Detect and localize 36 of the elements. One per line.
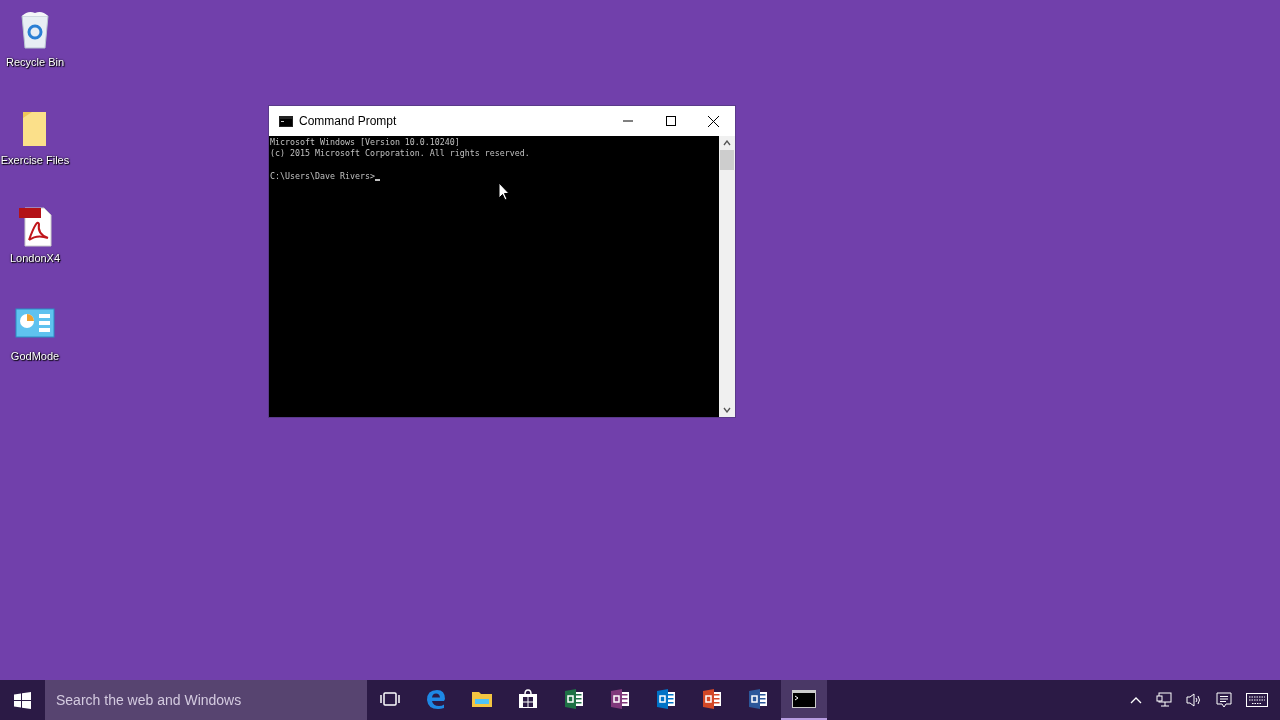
office-app-icon	[702, 689, 722, 709]
mouse-pointer-icon	[498, 182, 510, 201]
chevron-up-icon[interactable]	[1130, 696, 1142, 704]
desktop-icon-label[interactable]: GodMode	[10, 350, 60, 362]
desktop-icon-label[interactable]: LondonX4	[9, 252, 61, 264]
close-icon	[708, 115, 719, 127]
text-cursor	[374, 179, 380, 182]
network-icon[interactable]	[1156, 692, 1172, 708]
scrollbar[interactable]	[719, 136, 735, 417]
office-app-icon	[748, 689, 768, 709]
scroll-thumb[interactable]	[720, 150, 734, 170]
scroll-down-icon[interactable]	[723, 407, 731, 413]
desktop-icon-label[interactable]: Exercise Files	[0, 154, 70, 166]
search-field[interactable]: Search the web and Windows	[45, 680, 367, 720]
office-app-icon	[610, 689, 630, 709]
console-icon	[792, 690, 816, 708]
console-icon	[279, 115, 293, 127]
window-title: Command Prompt	[299, 114, 397, 128]
scroll-up-icon[interactable]	[723, 140, 731, 146]
maximize-icon	[665, 116, 676, 126]
command-prompt-text: C:\Users\Dave Rivers>	[270, 170, 375, 183]
console-text: Microsoft Windows [Version 10.0.10240]	[270, 137, 460, 149]
office-app-icon	[564, 689, 584, 709]
taskbar-app-button[interactable]	[781, 680, 827, 720]
windows-logo-icon	[14, 691, 31, 709]
folder-icon	[471, 690, 493, 708]
desktop-icon-label[interactable]: Recycle Bin	[5, 56, 65, 68]
notification-icon[interactable]	[1216, 692, 1232, 708]
browser-icon	[426, 689, 446, 709]
office-app-icon	[656, 689, 676, 709]
console-text: (c) 2015 Microsoft Corporation. All rights reserved.	[270, 148, 530, 160]
pdf-file-icon[interactable]	[17, 204, 53, 248]
shopping-bag-icon	[518, 689, 538, 709]
speaker-icon[interactable]	[1186, 692, 1202, 708]
task-view-icon	[380, 691, 400, 707]
keyboard-icon[interactable]	[1246, 693, 1268, 707]
